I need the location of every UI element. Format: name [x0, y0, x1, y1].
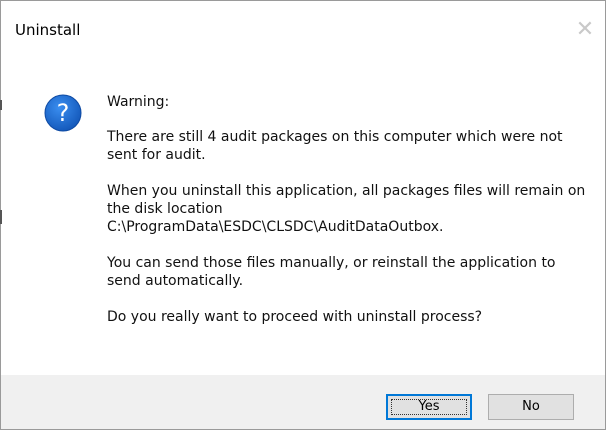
- no-button-label: No: [522, 399, 540, 414]
- svg-text:?: ?: [57, 99, 70, 127]
- message-send-manually: You can send those files manually, or re…: [107, 255, 556, 289]
- title-bar[interactable]: Uninstall ✕: [1, 1, 605, 63]
- no-button[interactable]: No: [488, 394, 574, 420]
- edge-mark: [0, 100, 2, 110]
- message-question: Do you really want to proceed with unins…: [107, 309, 483, 325]
- uninstall-dialog: Uninstall ✕ ? Warning: There are still 4…: [0, 0, 606, 430]
- warning-heading: Warning:: [107, 94, 170, 110]
- edge-mark: [0, 210, 2, 224]
- dialog-content: ? Warning: There are still 4 audit packa…: [1, 63, 605, 373]
- message-packages: There are still 4 audit packages on this…: [107, 129, 563, 163]
- yes-button-label: Yes: [418, 399, 440, 414]
- question-icon: ?: [43, 93, 83, 133]
- message-location: When you uninstall this application, all…: [107, 182, 587, 236]
- yes-button[interactable]: Yes: [386, 394, 472, 420]
- message-location-text: When you uninstall this application, all…: [107, 183, 586, 217]
- window-title: Uninstall: [15, 21, 81, 39]
- message-text: Warning: There are still 4 audit package…: [107, 93, 587, 344]
- button-bar: Yes No: [1, 375, 605, 429]
- message-path: C:\ProgramData\ESDC\CLSDC\AuditDataOutbo…: [107, 219, 444, 235]
- close-icon[interactable]: ✕: [565, 15, 605, 45]
